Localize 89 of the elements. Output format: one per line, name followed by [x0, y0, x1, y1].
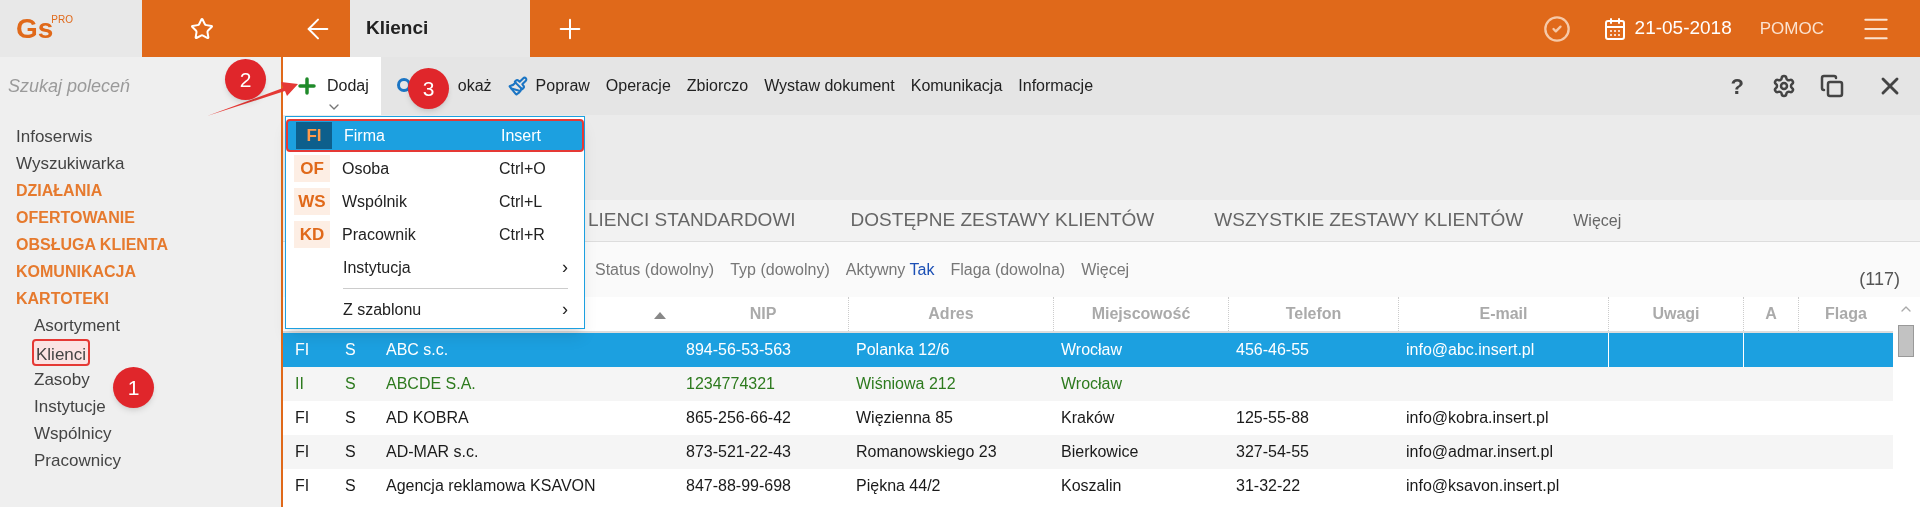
table-cell-text: ABCDE S.A. — [386, 374, 476, 394]
table-cell-text: Agencja reklamowa KSAVON — [386, 476, 596, 496]
menu-label: Osoba — [342, 158, 391, 179]
table-cell-text: Bierkowice — [1061, 442, 1139, 462]
sidebar-item[interactable]: Wyszukiwarka — [16, 150, 125, 177]
tab[interactable]: DOSTĘPNE ZESTAWY KLIENTÓW — [850, 206, 1155, 235]
toolbar-button[interactable]: Operacje — [597, 57, 679, 115]
menu-item[interactable]: KD Pracownik Ctrl+R — [286, 218, 584, 251]
table-cell-text: Więzienna 85 — [856, 408, 953, 428]
table-cell-text: 873-521-22-43 — [686, 442, 791, 462]
table-cell-text: Polanka 12/6 — [856, 340, 950, 360]
record-count: (117) — [1859, 268, 1900, 291]
toolbar-button[interactable]: Informacje — [1010, 57, 1102, 115]
table-cell-text: FI — [295, 442, 310, 462]
menu-label: Pracownik — [342, 224, 417, 245]
help-button[interactable]: ? — [1730, 69, 1744, 103]
filter-link[interactable]: Status (dowolny) — [595, 257, 715, 282]
sidebar-item[interactable]: Asortyment — [32, 312, 122, 339]
table-cell-text: AD-MAR s.c. — [386, 442, 479, 462]
table-cell-text: 327-54-55 — [1236, 442, 1309, 462]
shortcut: Ctrl+R — [499, 224, 545, 245]
table-cell-text: info@kobra.insert.pl — [1406, 408, 1549, 428]
table-cell-text: Wrocław — [1061, 374, 1123, 394]
table-cell-text: 894-56-53-563 — [686, 340, 791, 360]
type-badge: KD — [294, 221, 330, 248]
toolbar-button[interactable]: Zbiorczo — [678, 57, 757, 115]
submenu-arrow: › — [562, 256, 568, 279]
table-cell-text: S — [345, 476, 356, 496]
table-cell-text: Piękna 44/2 — [856, 476, 941, 496]
table-cell-text: 31-32-22 — [1236, 476, 1301, 496]
tab[interactable]: Więcej — [1573, 208, 1622, 233]
sidebar-item[interactable]: Wspólnicy — [32, 420, 114, 447]
menu-item[interactable]: OF Osoba Ctrl+O — [286, 152, 584, 185]
shortcut: Insert — [501, 125, 541, 146]
filter-link[interactable]: Flaga (dowolna) — [950, 257, 1066, 282]
table-cell-text: Wiśniowa 212 — [856, 374, 956, 394]
table-cell-text: 456-46-55 — [1236, 340, 1309, 360]
table-cell-text: FI — [295, 408, 310, 428]
tab[interactable]: LIENCI STANDARDOWI — [588, 206, 796, 235]
table-cell-text: Koszalin — [1061, 476, 1122, 496]
table-row[interactable]: II S ABCDE S.A. 1234774321 Wiśniowa 212 Wrocław — [283, 367, 1893, 401]
table-cell-text: ABC s.c. — [386, 340, 449, 360]
filter-link[interactable]: Typ (dowolny) — [730, 257, 830, 282]
table-cell-text: FI — [295, 340, 310, 360]
table-row[interactable]: FI S AD-MAR s.c. 873-521-22-43 Romanowskiego 23 Bierkowice 327-54-55 info@admar.insert.pl — [283, 435, 1893, 469]
sidebar-item[interactable]: Klienci — [32, 339, 91, 366]
table-cell-text: Wrocław — [1061, 340, 1123, 360]
sidebar-item[interactable]: Zasoby — [32, 366, 92, 393]
table-cell-text: Kraków — [1061, 408, 1115, 428]
menu-label: Wspólnik — [342, 191, 408, 212]
type-badge: OF — [294, 155, 330, 182]
tab[interactable]: WSZYSTKIE ZESTAWY KLIENTÓW — [1214, 206, 1524, 235]
submenu-arrow: › — [562, 298, 568, 321]
type-badge: WS — [294, 188, 330, 215]
tab[interactable]: Klienci — [350, 0, 530, 57]
filter-link[interactable]: Więcej — [1081, 257, 1130, 282]
toolbar-button[interactable]: Komunikacja — [902, 57, 1011, 115]
table-cell-text: S — [345, 374, 356, 394]
filter-link[interactable]: Aktywny Tak — [845, 257, 935, 282]
table-cell-text: FI — [295, 476, 310, 496]
submenu-item[interactable]: Z szablonu › — [286, 293, 584, 326]
table-cell-text: 847-88-99-698 — [686, 476, 791, 496]
shortcut: Ctrl+L — [499, 191, 543, 212]
menu-label: Instytucja — [343, 257, 412, 278]
table-cell-text: info@ksavon.insert.pl — [1406, 476, 1560, 496]
toolbar-button[interactable]: Dodaj — [283, 57, 381, 115]
menu-item[interactable]: WS Wspólnik Ctrl+L — [286, 185, 584, 218]
table-cell-text: info@admar.insert.pl — [1406, 442, 1553, 462]
table-cell-text: S — [345, 442, 356, 462]
table-cell-text: S — [345, 340, 356, 360]
toolbar-button[interactable]: Popraw — [499, 57, 598, 115]
sidebar-item[interactable]: Pracownicy — [32, 447, 123, 474]
type-badge: FI — [296, 122, 332, 149]
menu-label: Firma — [344, 125, 386, 146]
table-cell-text: AD KOBRA — [386, 408, 469, 428]
table-cell-text: 865-256-66-42 — [686, 408, 791, 428]
table-cell-text: Romanowskiego 23 — [856, 442, 997, 462]
toolbar-button[interactable]: Wystaw dokument — [756, 57, 903, 115]
submenu-item[interactable]: Instytucja › — [286, 251, 584, 284]
sidebar-item[interactable]: Infoserwis — [16, 123, 93, 150]
shortcut: Ctrl+O — [499, 158, 546, 179]
table-cell-text: 1234774321 — [686, 374, 775, 394]
table-cell-text: info@abc.insert.pl — [1406, 340, 1535, 360]
table-cell-text: 125-55-88 — [1236, 408, 1309, 428]
table-cell-text: II — [295, 374, 304, 394]
table-cell-text: S — [345, 408, 356, 428]
menu-label: Z szablonu — [343, 299, 423, 320]
sidebar-item[interactable]: Instytucje — [32, 393, 108, 420]
logo-label: PRO — [51, 13, 74, 25]
